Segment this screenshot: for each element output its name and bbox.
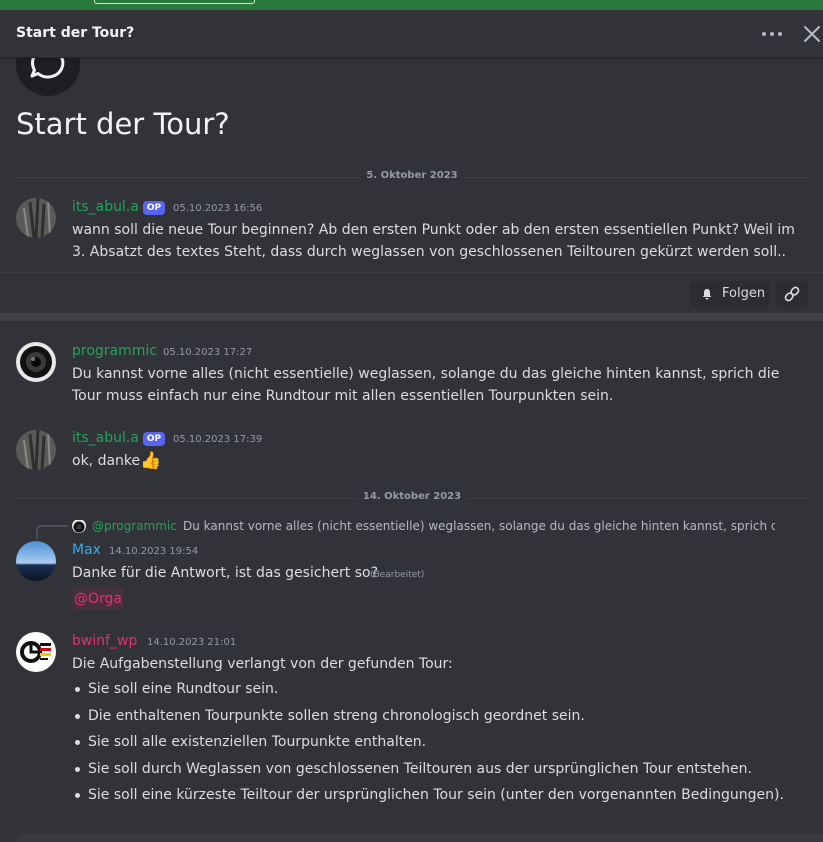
avatar[interactable] <box>16 430 56 470</box>
date-divider-label: 14. Oktober 2023 <box>356 491 468 502</box>
date-divider: 14. Oktober 2023 <box>16 491 808 502</box>
avatar[interactable] <box>16 541 56 581</box>
message-text: Danke für die Antwort, ist das gesichert… <box>72 565 379 581</box>
thread-title: Start der Tour? <box>16 107 230 141</box>
list-item: Sie soll alle existenziellen Tourpunkte … <box>72 731 784 758</box>
list-item: Sie soll eine kürzeste Teiltour der ursp… <box>72 784 784 811</box>
op-actions: Folgen <box>0 272 823 313</box>
message-line: Du kannst vorne alles (nicht essentielle… <box>72 366 780 382</box>
edited-label: (Bearbeitet) <box>370 570 425 580</box>
list-item: Sie soll eine Rundtour sein. <box>72 678 784 705</box>
reply-username[interactable]: @programmic <box>92 519 177 533</box>
section-separator <box>0 313 823 321</box>
message-composer[interactable] <box>16 834 823 842</box>
avatar[interactable] <box>16 632 56 672</box>
message-text: ok, danke <box>72 453 141 469</box>
message-text: Die Aufgabenstellung verlangt von der ge… <box>72 656 453 672</box>
message-line: 3. Absatzt des textes Steht, dass durch … <box>72 244 786 260</box>
follow-button[interactable]: Folgen <box>690 281 770 307</box>
link-button[interactable] <box>776 281 808 307</box>
op-badge: OP <box>143 432 165 446</box>
username[interactable]: bwinf_wp <box>72 633 137 649</box>
reply-preview[interactable]: Du kannst vorne alles (nicht essentielle… <box>183 519 775 533</box>
bullet-list: Sie soll eine Rundtour sein. Die enthalt… <box>72 678 784 811</box>
reply-avatar[interactable] <box>72 519 86 533</box>
header-title: Start der Tour? <box>16 25 135 41</box>
username[interactable]: its_abul.a <box>72 199 139 215</box>
username[interactable]: programmic <box>72 343 157 359</box>
link-icon <box>784 286 800 302</box>
message-line: wann soll die neue Tour beginnen? Ab den… <box>72 222 795 238</box>
timestamp: 14.10.2023 21:01 <box>147 637 237 648</box>
username[interactable]: Max <box>72 542 101 558</box>
timestamp: 05.10.2023 17:39 <box>173 434 263 445</box>
avatar[interactable] <box>16 198 56 238</box>
date-divider: 5. Oktober 2023 <box>16 170 808 181</box>
timestamp: 05.10.2023 17:27 <box>163 347 253 358</box>
thread-header: Start der Tour? <box>0 10 823 58</box>
bell-icon <box>702 289 712 300</box>
reply-connector <box>36 525 68 539</box>
message-line: Tour muss einfach nur eine Rundtour mit … <box>72 388 614 404</box>
role-mention[interactable]: @Orga <box>72 588 124 610</box>
list-item: Die enthaltenen Tourpunkte sollen streng… <box>72 705 784 732</box>
date-divider-label: 5. Oktober 2023 <box>360 170 464 181</box>
timestamp: 05.10.2023 16:56 <box>173 203 263 214</box>
close-icon[interactable] <box>800 22 823 46</box>
username[interactable]: its_abul.a <box>72 430 139 446</box>
op-badge: OP <box>143 201 165 215</box>
top-strip-pill[interactable] <box>94 0 255 4</box>
top-strip <box>0 0 823 10</box>
list-item: Sie soll durch Weglassen von geschlossen… <box>72 758 784 785</box>
thumbs-up-emoji: 👍 <box>140 451 162 471</box>
follow-label: Folgen <box>722 286 766 301</box>
avatar[interactable] <box>16 342 56 382</box>
timestamp: 14.10.2023 19:54 <box>109 546 199 557</box>
more-icon[interactable] <box>760 22 784 46</box>
